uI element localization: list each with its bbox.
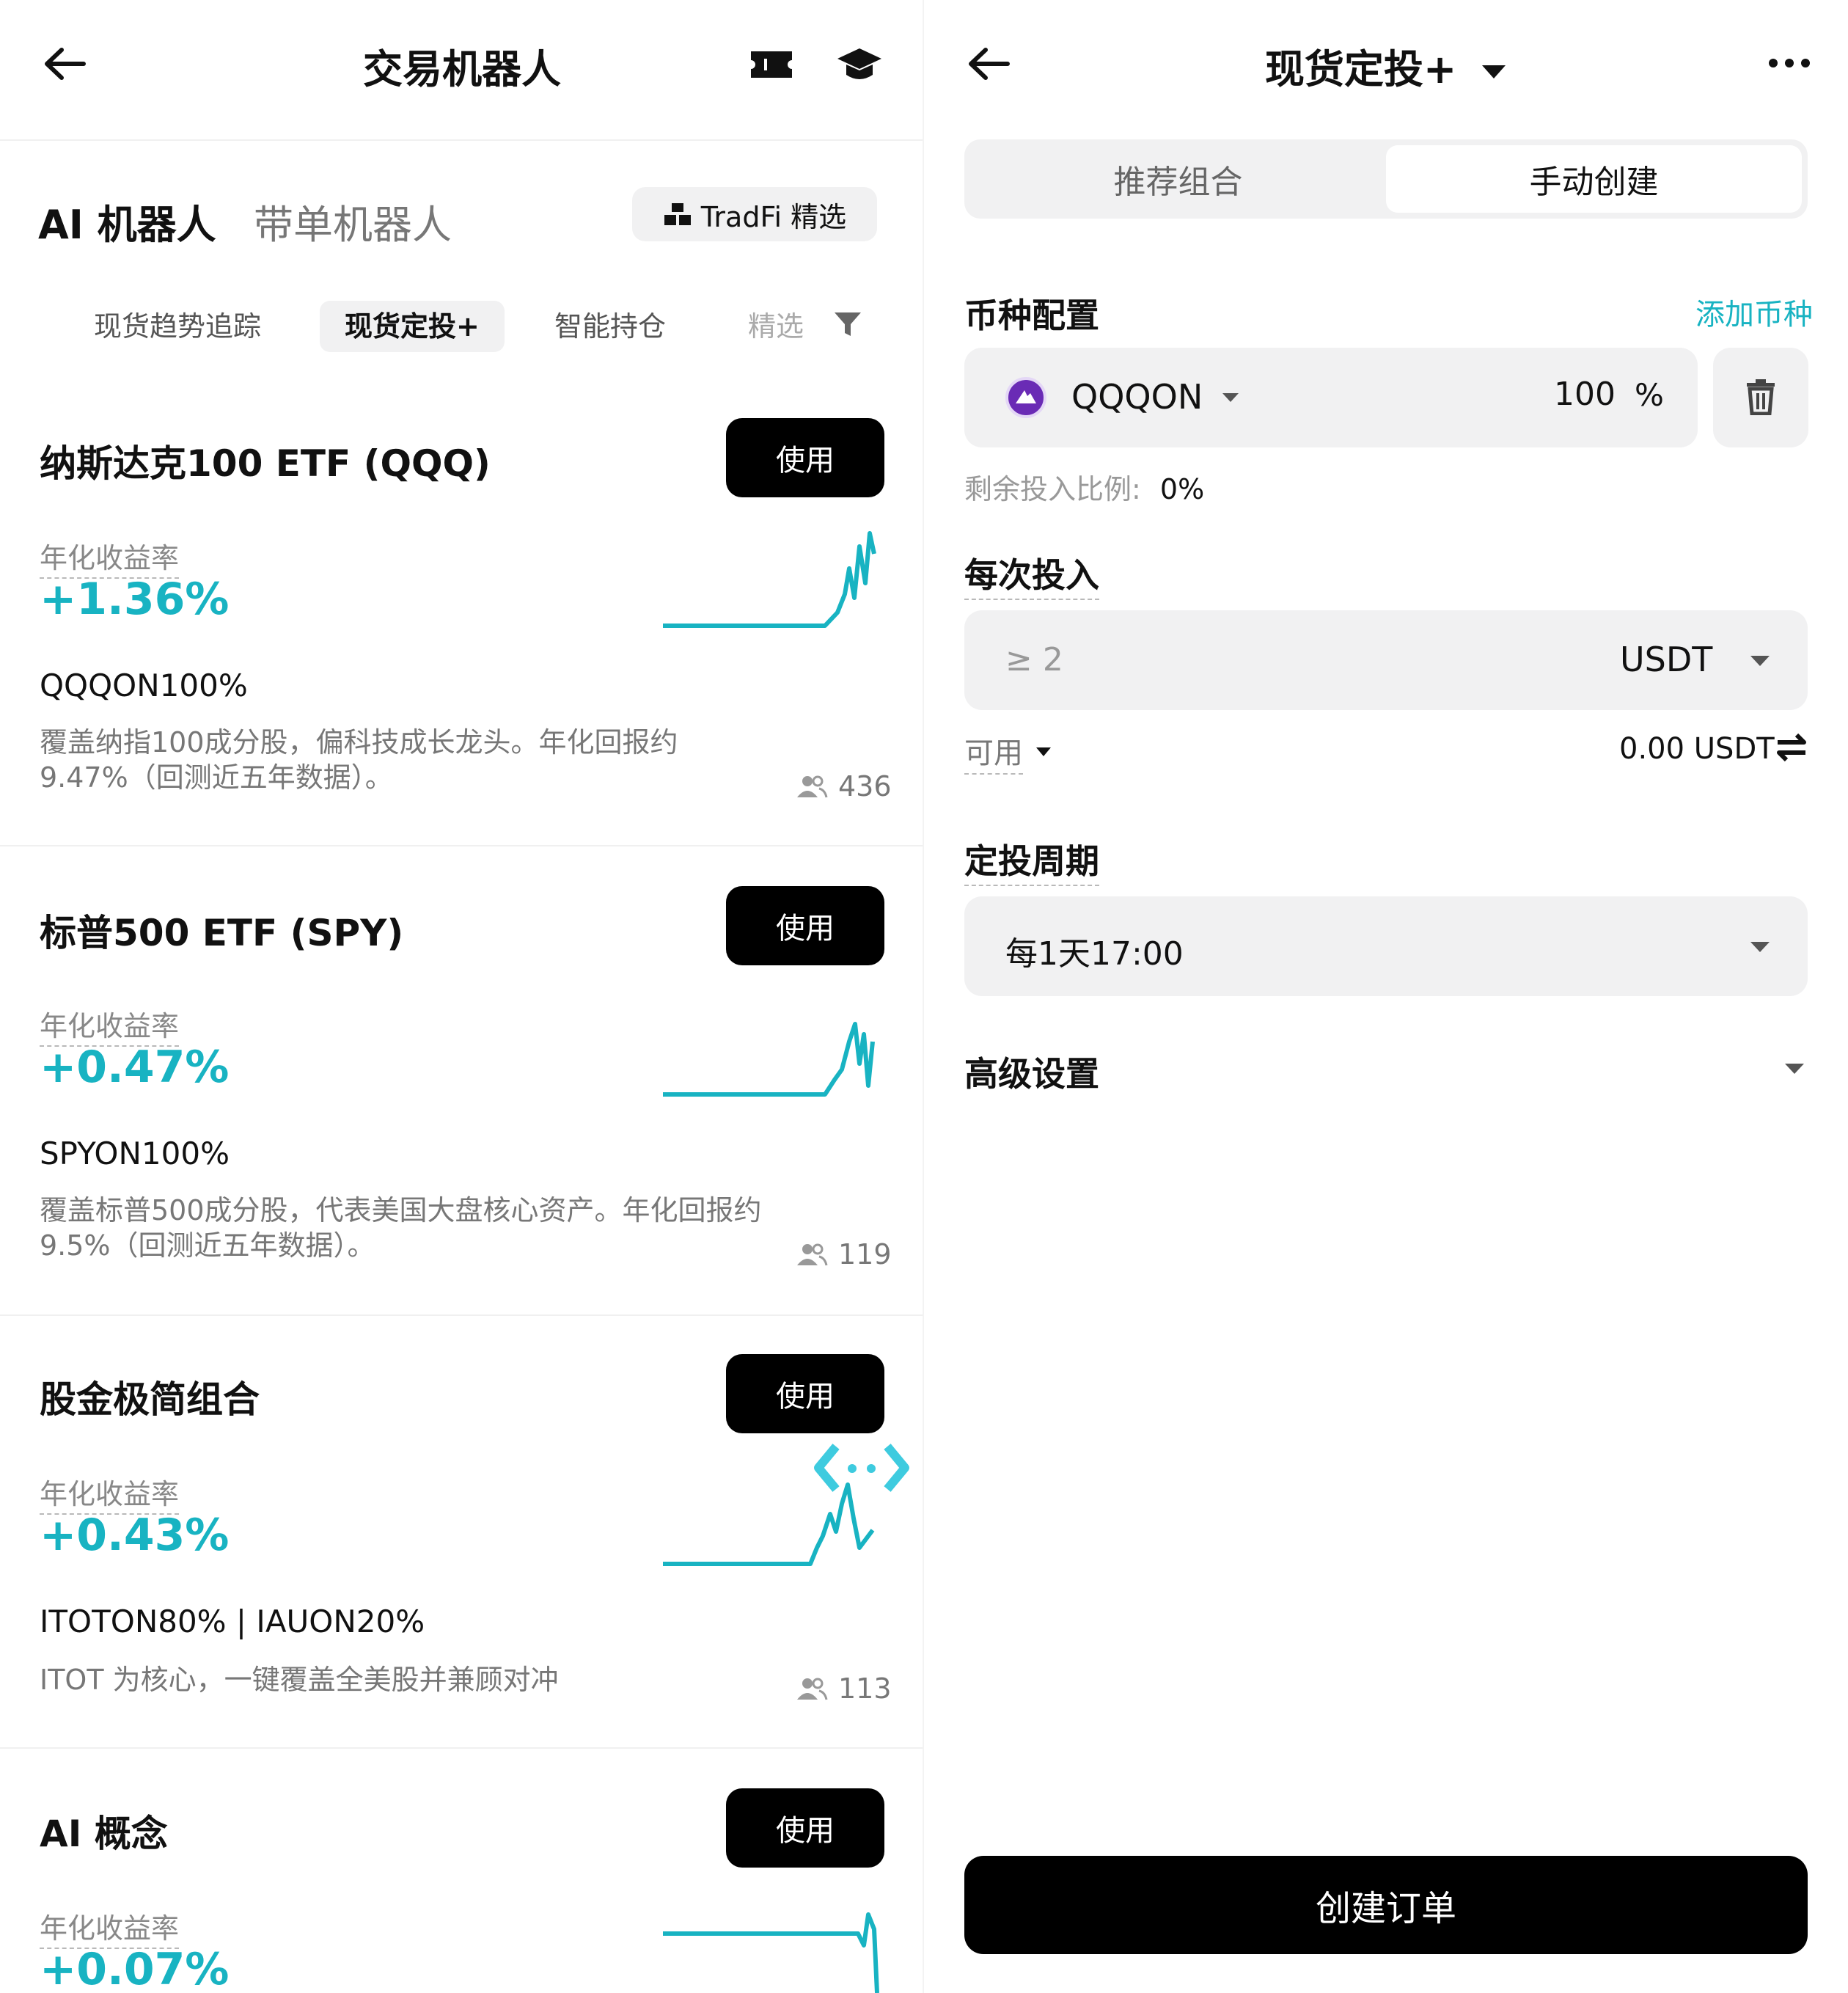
card-title: 股金极简组合 (40, 1378, 260, 1421)
rate-label: 年化收益率 (40, 1906, 180, 1949)
graduation-cap-icon[interactable] (836, 45, 883, 85)
header-divider (0, 139, 924, 141)
segment-recommended[interactable]: 推荐组合 (970, 145, 1386, 213)
add-coin-link[interactable]: 添加币种 (1695, 290, 1813, 333)
allocation: SPYON100% (40, 1136, 230, 1171)
use-button[interactable]: 使用 (726, 418, 884, 497)
stack-icon (664, 203, 691, 225)
description: ITOT 为核心，一键覆盖全美股并兼顾对冲 (40, 1664, 559, 1696)
subtab-spot-dca[interactable]: 现货定投+ (320, 301, 505, 352)
rate-value: +0.43% (40, 1510, 230, 1561)
sparkline (663, 1482, 875, 1566)
coin-section-label: 币种配置 (964, 296, 1099, 335)
advanced-settings-label[interactable]: 高级设置 (964, 1047, 1099, 1096)
tab-ai-bot[interactable]: AI 机器人 (38, 192, 216, 250)
per-invest-label: 每次投入 (964, 549, 1099, 600)
dropdown-caret-icon (1750, 942, 1770, 952)
rate-label: 年化收益率 (40, 1003, 180, 1047)
sparkline (663, 531, 876, 628)
sparkline (663, 1912, 879, 1993)
card-divider (0, 1314, 924, 1316)
dropdown-caret-icon[interactable] (1749, 654, 1771, 668)
create-dca-screen: 现货定投+ 推荐组合 手动创建 币种配置 添加币种 QQQON 100 % 剩余… (924, 0, 1848, 1993)
card-title: 纳斯达克100 ETF (QQQ) (40, 442, 491, 485)
tradfi-select-button[interactable]: TradFi 精选 (632, 187, 877, 241)
cycle-value: 每1天17:00 (1005, 935, 1184, 973)
users-icon (797, 1243, 828, 1266)
page-title[interactable]: 现货定投+ (924, 37, 1848, 95)
use-button[interactable]: 使用 (726, 1354, 884, 1433)
subtab-featured[interactable]: 精选 (748, 301, 804, 352)
allocation: QQQON100% (40, 668, 248, 703)
use-button[interactable]: 使用 (726, 886, 884, 965)
use-button[interactable]: 使用 (726, 1788, 884, 1868)
user-count: 113 (796, 1672, 892, 1705)
coin-row[interactable]: QQQON 100 % (964, 348, 1698, 447)
description: 覆盖标普500成分股，代表美国大盘核心资产。年化回报约 9.5%（回测近五年数据… (40, 1194, 762, 1262)
more-icon[interactable] (1767, 56, 1811, 70)
coin-symbol: QQQON (1071, 377, 1203, 417)
segment-manual[interactable]: 手动创建 (1386, 145, 1802, 213)
card-title: 标普500 ETF (SPY) (40, 912, 404, 954)
create-order-button[interactable]: 创建订单 (964, 1856, 1808, 1954)
per-invest-input[interactable]: ≥ 2 (1005, 641, 1063, 679)
mode-segmented-control: 推荐组合 手动创建 (964, 139, 1808, 219)
rate-value: +1.36% (40, 574, 230, 625)
coin-logo-icon (1005, 377, 1046, 418)
currency-select[interactable]: USDT (1620, 640, 1712, 679)
user-count: 436 (796, 770, 892, 802)
users-icon (797, 775, 828, 798)
tradfi-label: TradFi 精选 (700, 200, 847, 233)
available-balance: 0.00 USDT (1619, 732, 1775, 766)
cycle-label: 定投周期 (964, 835, 1099, 886)
users-icon (797, 1678, 828, 1700)
rate-value: +0.47% (40, 1042, 230, 1093)
percent-unit: % (1635, 377, 1664, 413)
card-title: AI 概念 (40, 1813, 168, 1855)
remaining-ratio: 剩余投入比例: 0% (964, 473, 1205, 505)
subtab-spot-trend[interactable]: 现货趋势追踪 (94, 301, 261, 352)
delete-coin-button[interactable] (1713, 348, 1808, 447)
card-divider (0, 1747, 924, 1749)
subtab-smart-position[interactable]: 智能持仓 (554, 301, 666, 352)
rate-label: 年化收益率 (40, 1471, 180, 1515)
dropdown-caret-icon[interactable] (1783, 1062, 1805, 1075)
swap-icon[interactable] (1775, 732, 1808, 763)
sparkline (663, 1022, 875, 1097)
available-toggle[interactable]: 可用 (964, 729, 1052, 775)
card-divider (0, 845, 924, 846)
trash-icon (1747, 379, 1775, 415)
dropdown-caret-icon (1482, 65, 1506, 79)
cycle-select[interactable]: 每1天17:00 (964, 896, 1808, 996)
rate-label: 年化收益率 (40, 535, 180, 579)
description: 覆盖纳指100成分股，偏科技成长龙头。年化回报约 9.47%（回测近五年数据）。 (40, 726, 678, 794)
ticket-icon[interactable] (749, 48, 793, 81)
dropdown-caret-icon (1036, 747, 1051, 756)
bot-list-screen: 交易机器人 AI 机器人 带单机器人 TradFi 精选 现货趋势追踪 现货定投… (0, 0, 924, 1993)
tab-copy-bot[interactable]: 带单机器人 (254, 192, 452, 250)
allocation: ITOTON80% | IAUON20% (40, 1603, 425, 1639)
per-invest-field[interactable]: ≥ 2 USDT (964, 610, 1808, 710)
user-count: 119 (796, 1238, 892, 1270)
coin-percent[interactable]: 100 (1554, 376, 1616, 413)
filter-icon[interactable] (832, 308, 864, 340)
rate-value: +0.07% (40, 1944, 230, 1993)
dropdown-caret-icon[interactable] (1221, 392, 1240, 403)
